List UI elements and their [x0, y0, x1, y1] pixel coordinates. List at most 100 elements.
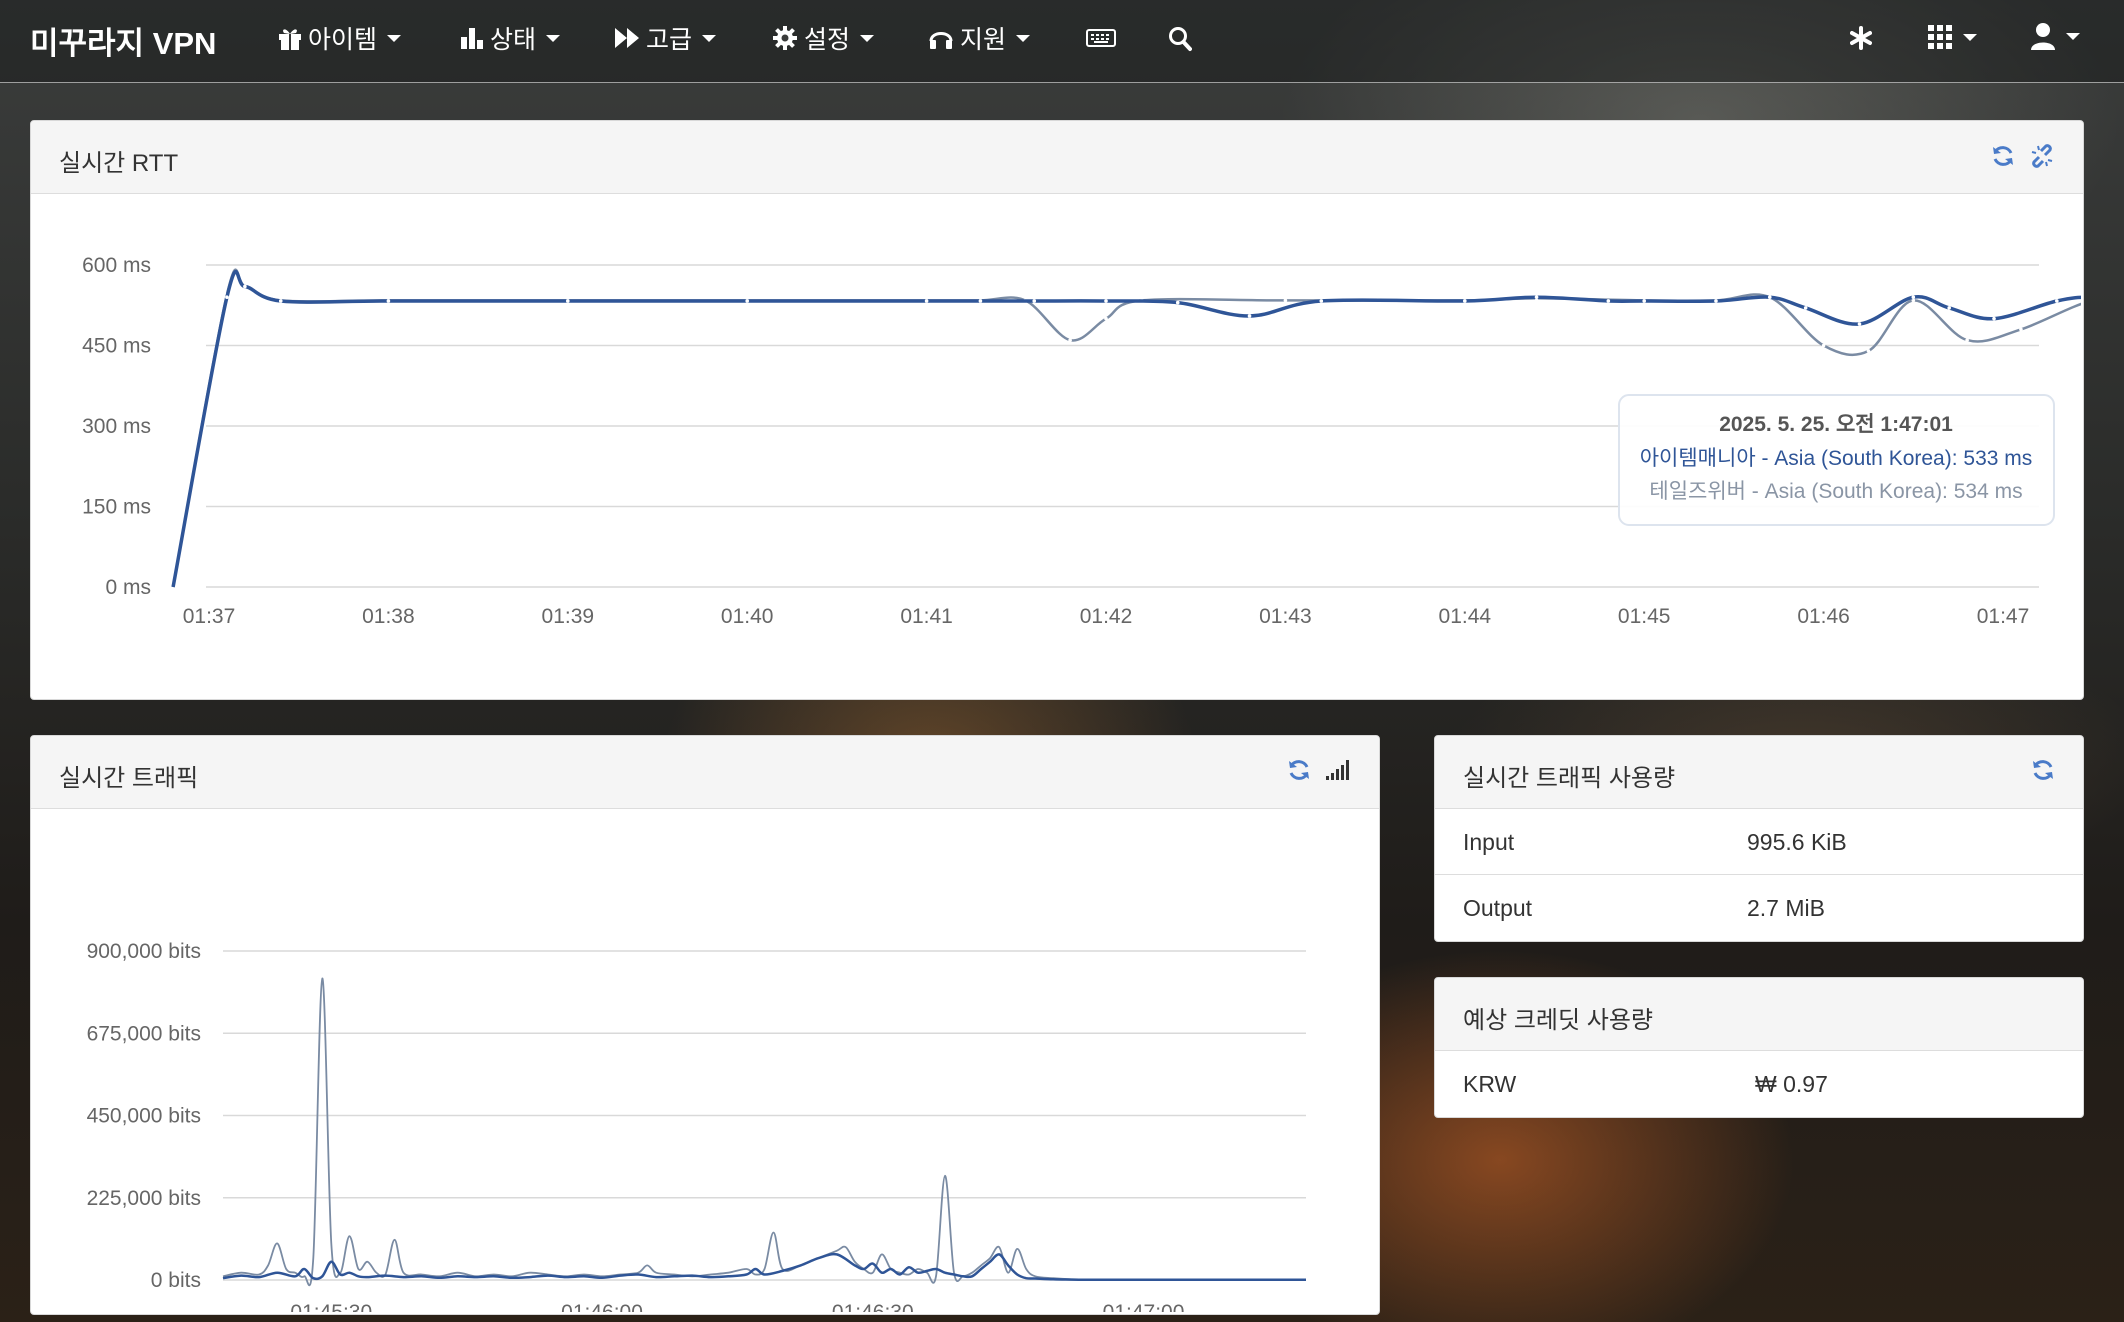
data-point — [1104, 299, 1108, 303]
menu-support[interactable]: 지원 — [928, 20, 1031, 56]
chevron-down-icon — [546, 34, 561, 42]
usage-value: 2.7 MiB — [1747, 895, 1825, 921]
brand-logo[interactable]: 미꾸라지 VPN — [30, 18, 216, 63]
user-icon[interactable] — [2030, 22, 2080, 50]
y-tick-label: 150 ms — [82, 496, 151, 519]
bar-chart-icon — [461, 28, 483, 49]
data-point — [2055, 299, 2059, 303]
y-tick-label: 450 ms — [82, 335, 151, 358]
data-point — [1032, 299, 1037, 303]
chevron-down-icon — [2066, 32, 2080, 40]
tooltip-time: 2025. 5. 25. 오전 1:47:01 — [1719, 413, 1953, 436]
chevron-down-icon — [702, 34, 717, 42]
traffic-usage-header: 실시간 트래픽 사용량 — [1435, 736, 2083, 809]
x-tick-label: 01:41 — [900, 605, 953, 628]
x-tick-label: 01:47:00 — [1103, 1301, 1185, 1312]
rtt-chart: 0 ms 150 ms 300 ms 450 ms 600 ms 01:37 01:38 01… — [82, 254, 2081, 628]
series-line — [222, 977, 1306, 1287]
signal-icon[interactable] — [1325, 758, 1351, 782]
data-point — [924, 299, 929, 303]
x-tick-label: 01:42 — [1080, 605, 1133, 628]
data-point — [745, 299, 749, 303]
x-tick-label: 01:39 — [542, 605, 595, 628]
chevron-down-icon — [1963, 33, 1977, 41]
traffic-panel: 실시간 트래픽 0 bits 225,000 bits 450,000 bits 67… — [30, 735, 1380, 1315]
tooltip-line-secondary: 테일즈위버 - Asia (South Korea): 534 ms — [1649, 480, 2022, 503]
data-point — [1714, 299, 1718, 303]
data-point — [1767, 295, 1772, 299]
x-tick-label: 01:40 — [721, 605, 774, 628]
menu-status[interactable]: 상태 — [460, 20, 561, 56]
data-point — [1821, 343, 1826, 348]
table-row: Input 995.6 KiB — [1435, 809, 2083, 875]
y-tick-label: 0 bits — [151, 1269, 201, 1292]
data-point — [1534, 295, 1539, 299]
data-point — [225, 295, 229, 299]
x-tick-label: 01:45:30 — [290, 1301, 372, 1312]
menu-settings[interactable]: 설정 — [772, 20, 875, 56]
menu-items-label: 아이템 — [308, 26, 378, 54]
data-point — [1104, 316, 1108, 321]
menu-advanced[interactable]: 고급 — [614, 20, 717, 56]
data-point — [1283, 298, 1288, 303]
data-point — [566, 299, 570, 303]
credit-usage-header: 예상 크레딧 사용량 — [1435, 978, 2083, 1051]
chevron-down-icon — [387, 34, 402, 42]
rtt-panel: 실시간 RTT 0 ms 150 ms 300 ms 450 ms 600 ms 01:3… — [30, 120, 2084, 700]
data-point — [1866, 349, 1871, 353]
credit-usage-panel: 예상 크레딧 사용량 KRW ₩ 0.97 — [1434, 977, 2084, 1118]
data-point — [1803, 306, 1808, 310]
data-point — [978, 299, 983, 303]
refresh-icon[interactable] — [2031, 758, 2055, 782]
data-point — [1911, 295, 1916, 299]
data-point — [1992, 316, 1996, 321]
x-tick-label: 01:38 — [362, 605, 415, 628]
y-tick-label: 900,000 bits — [87, 940, 201, 963]
x-tick-label: 01:46:30 — [832, 1301, 914, 1312]
x-tick-label: 01:46 — [1797, 605, 1850, 628]
y-tick-label: 450,000 bits — [87, 1105, 201, 1128]
table-row: Output 2.7 MiB — [1435, 875, 2083, 940]
y-tick-label: 675,000 bits — [87, 1022, 201, 1045]
unlink-icon[interactable] — [2029, 143, 2055, 169]
top-navbar: 미꾸라지 VPN 아이템 상태 고급 설정 지원 — [0, 0, 2124, 83]
x-tick-label: 01:43 — [1259, 605, 1312, 628]
x-tick-label: 01:45 — [1618, 605, 1671, 628]
x-tick-label: 01:44 — [1439, 605, 1492, 628]
data-point — [1175, 300, 1180, 305]
data-point — [1947, 306, 1951, 310]
data-point — [386, 299, 391, 303]
gift-icon — [279, 29, 301, 50]
traffic-panel-title: 실시간 트래픽 — [59, 765, 199, 792]
tooltip-line-primary: 아이템매니아 - Asia (South Korea): 533 ms — [1640, 447, 2033, 470]
credit-value: ₩ 0.97 — [1755, 1071, 1828, 1097]
headphones-icon — [929, 32, 953, 49]
y-tick-label: 600 ms — [82, 254, 151, 277]
apps-grid-icon[interactable] — [1927, 24, 1977, 50]
asterisk-icon[interactable] — [1850, 26, 1872, 50]
usage-value: 995.6 KiB — [1747, 829, 1847, 855]
menu-items[interactable]: 아이템 — [278, 20, 402, 56]
traffic-chart: 0 bits 225,000 bits 450,000 bits 675,000 bi… — [87, 940, 1306, 1312]
data-point — [1965, 338, 1969, 342]
x-tick-label: 01:47 — [1977, 605, 2030, 628]
refresh-icon[interactable] — [1287, 758, 1311, 782]
data-point — [2019, 327, 2023, 332]
credit-usage-title: 예상 크레딧 사용량 — [1463, 1007, 1653, 1034]
menu-settings-label: 설정 — [804, 26, 851, 54]
search-icon[interactable] — [1168, 26, 1192, 52]
data-point — [1606, 299, 1611, 303]
keyboard-icon[interactable] — [1086, 28, 1116, 48]
y-tick-label: 300 ms — [82, 415, 151, 438]
refresh-icon[interactable] — [1991, 144, 2015, 168]
data-point — [1319, 299, 1324, 303]
data-point — [1068, 338, 1072, 342]
x-tick-label: 01:46:00 — [561, 1301, 643, 1312]
data-point — [243, 284, 247, 289]
data-point — [1463, 299, 1467, 303]
traffic-usage-panel: 실시간 트래픽 사용량 Input 995.6 KiB Output 2.7 M… — [1434, 735, 2084, 942]
credit-label: KRW — [1463, 1071, 1517, 1097]
chart-tooltip: 2025. 5. 25. 오전 1:47:01 아이템매니아 - Asia (S… — [1618, 394, 2055, 526]
data-point — [1642, 299, 1646, 303]
fast-forward-icon — [615, 28, 639, 48]
